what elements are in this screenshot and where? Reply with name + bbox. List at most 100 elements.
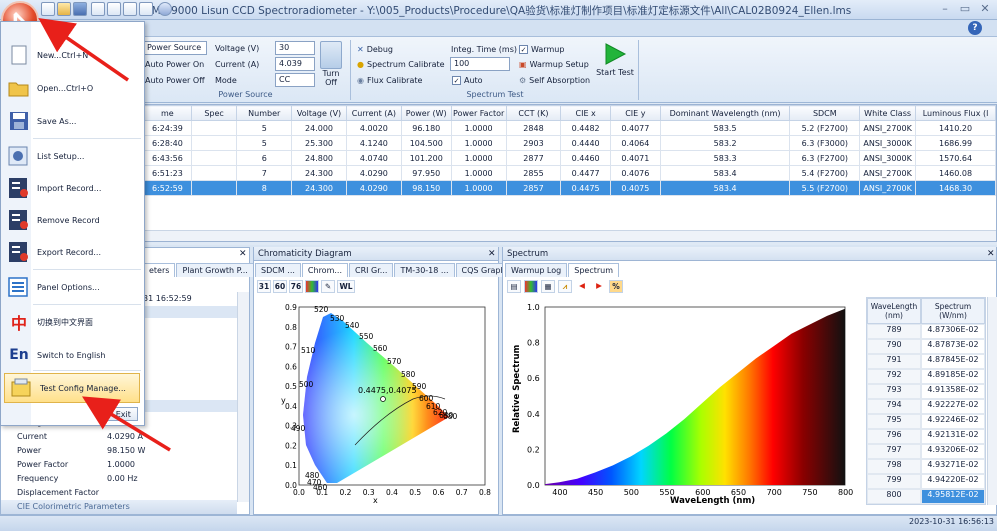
peak-icon[interactable]: ⩘ bbox=[558, 280, 572, 293]
table-row[interactable]: 794 4.92227E-02 bbox=[867, 399, 985, 414]
quick-tool-2-icon[interactable] bbox=[107, 2, 121, 16]
quick-tool-4-icon[interactable] bbox=[139, 2, 153, 16]
menu-item-new[interactable]: New...Ctrl+N bbox=[2, 40, 143, 70]
help-quick-icon[interactable] bbox=[158, 2, 172, 16]
color-bar-icon[interactable] bbox=[524, 280, 538, 293]
open-folder-icon[interactable] bbox=[57, 2, 71, 16]
next-arrow-icon[interactable]: ▶ bbox=[592, 280, 606, 293]
close-panel-icon[interactable]: ✕ bbox=[488, 249, 496, 259]
menu-item-import-record[interactable]: Import Record... bbox=[2, 173, 143, 203]
table-row[interactable]: 6:51:23 7 24.300 4.0290 97.950 1.0000 2855 0.44… bbox=[143, 165, 996, 181]
column-header[interactable]: me bbox=[143, 105, 192, 121]
table-row[interactable]: 6:28:40 5 25.300 4.1240 104.500 1.0000 2903 0.4… bbox=[143, 135, 996, 151]
menu-item-list-setup[interactable]: List Setup... bbox=[2, 141, 143, 171]
new-file-icon[interactable] bbox=[41, 2, 55, 16]
table-row[interactable]: 791 4.87845E-02 bbox=[867, 354, 985, 369]
exit-button[interactable]: ✕ Exit bbox=[104, 407, 138, 421]
column-header[interactable]: Luminous Flux (l bbox=[915, 105, 996, 121]
turn-off-button[interactable]: Turn Off bbox=[320, 69, 342, 87]
column-header[interactable]: Dominant Wavelength (nm) bbox=[659, 105, 791, 121]
debug-button[interactable]: ✕ Debug bbox=[357, 42, 393, 57]
integ-time-input[interactable]: 100 bbox=[450, 57, 510, 71]
tab-parameters[interactable]: eters bbox=[143, 263, 176, 277]
current-input[interactable]: 4.039 bbox=[275, 57, 315, 71]
menu-item-remove-record[interactable]: Remove Record bbox=[2, 205, 143, 235]
column-header[interactable]: White Class bbox=[859, 105, 917, 121]
cie1960-button[interactable]: 60 bbox=[273, 280, 287, 293]
column-header[interactable]: CIE x bbox=[560, 105, 612, 121]
column-header[interactable]: CCT (K) bbox=[505, 105, 562, 121]
close-panel-icon[interactable]: ✕ bbox=[239, 249, 247, 259]
table-row[interactable]: 6:43:56 6 24.800 4.0740 101.200 1.0000 2877 0.4… bbox=[143, 150, 996, 166]
table-icon[interactable]: ▤ bbox=[507, 280, 521, 293]
auto-power-off-button[interactable]: Auto Power Off bbox=[145, 73, 205, 88]
cie-section-header[interactable]: CIE Colorimetric Parameters bbox=[1, 500, 237, 514]
auto-power-on-button[interactable]: Auto Power On bbox=[145, 57, 204, 72]
table-row[interactable]: 793 4.91358E-02 bbox=[867, 384, 985, 399]
column-header[interactable]: Number bbox=[236, 105, 293, 121]
start-test-button[interactable]: Start Test bbox=[596, 68, 634, 77]
menu-item-english[interactable]: En Switch to English bbox=[2, 340, 143, 370]
table-row[interactable]: 6:24:39 5 24.000 4.0020 96.180 1.0000 2848 0.44… bbox=[143, 120, 996, 136]
column-header[interactable]: Voltage (V) bbox=[291, 105, 347, 121]
table-row[interactable]: 795 4.92246E-02 bbox=[867, 414, 985, 429]
cie1976-button[interactable]: 76 bbox=[289, 280, 303, 293]
close-panel-icon[interactable]: ✕ bbox=[987, 249, 995, 259]
warmup-setup-button[interactable]: ▣ Warmup Setup bbox=[519, 57, 589, 72]
percent-icon[interactable]: % bbox=[609, 280, 623, 293]
table-row[interactable]: 798 4.93271E-02 bbox=[867, 459, 985, 474]
table-row[interactable]: 797 4.93206E-02 bbox=[867, 444, 985, 459]
warmup-checkbox[interactable]: ✓ Warmup bbox=[519, 42, 564, 57]
mode-select[interactable]: CC bbox=[275, 73, 315, 87]
table-row[interactable]: 799 4.94220E-02 bbox=[867, 474, 985, 489]
close-button[interactable]: ✕ bbox=[976, 2, 994, 16]
grid-icon[interactable]: ▦ bbox=[541, 280, 555, 293]
vertical-scrollbar[interactable] bbox=[237, 292, 249, 502]
column-header[interactable]: Current (A) bbox=[345, 105, 402, 121]
tab-plant-growth[interactable]: Plant Growth P... bbox=[176, 263, 254, 277]
tab-sdcm[interactable]: SDCM ... bbox=[255, 263, 301, 277]
tab-warmup-log[interactable]: Warmup Log bbox=[505, 263, 568, 277]
spectrum-calibrate-button[interactable]: ● Spectrum Calibrate bbox=[357, 57, 445, 72]
help-icon[interactable]: ? bbox=[968, 21, 982, 35]
voltage-input[interactable]: 30 bbox=[275, 41, 315, 55]
power-source-select[interactable]: Power Source bbox=[143, 41, 207, 55]
column-header[interactable]: Power Factor bbox=[450, 105, 507, 121]
wavelength-button[interactable]: WL bbox=[337, 280, 355, 293]
menu-item-test-config-manage[interactable]: Test Config Manage... bbox=[4, 373, 140, 403]
table-row[interactable]: 800 4.95812E-02 bbox=[867, 489, 985, 504]
menu-item-panel-options[interactable]: Panel Options... bbox=[2, 272, 143, 302]
column-header[interactable]: Spec bbox=[190, 105, 238, 121]
column-header[interactable]: Power (W) bbox=[400, 105, 452, 121]
quick-tool-1-icon[interactable] bbox=[91, 2, 105, 16]
table-row[interactable]: 790 4.87873E-02 bbox=[867, 339, 985, 354]
column-header[interactable]: CIE y bbox=[610, 105, 661, 121]
menu-item-save-as[interactable]: Save As... bbox=[2, 106, 143, 136]
cie1931-button[interactable]: 31 bbox=[257, 280, 271, 293]
tab-cri-graph[interactable]: CRI Gr... bbox=[349, 263, 394, 277]
restore-button[interactable]: ▭ bbox=[956, 2, 974, 16]
table-row[interactable]: 796 4.92131E-02 bbox=[867, 429, 985, 444]
self-absorption-button[interactable]: ⚙ Self Absorption bbox=[519, 73, 590, 88]
pencil-icon[interactable]: ✎ bbox=[321, 280, 335, 293]
table-row[interactable]: 6:52:59 8 24.300 4.0290 98.150 1.0000 2857 0.44… bbox=[143, 180, 996, 196]
menu-item-open[interactable]: Open...Ctrl+O bbox=[2, 73, 143, 103]
previous-arrow-icon[interactable]: ◀ bbox=[575, 280, 589, 293]
column-header[interactable]: SDCM bbox=[789, 105, 861, 121]
flux-calibrate-button[interactable]: ◉ Flux Calibrate bbox=[357, 73, 422, 88]
minimize-button[interactable]: – bbox=[936, 2, 954, 16]
menu-item-chinese[interactable]: 中切换到中文界面 bbox=[2, 307, 143, 337]
menu-item-export-record[interactable]: Export Record... bbox=[2, 237, 143, 267]
tab-tm30[interactable]: TM-30-18 ... bbox=[394, 263, 455, 277]
horizontal-scrollbar[interactable] bbox=[142, 230, 996, 241]
table-row[interactable]: 789 4.87306E-02 bbox=[867, 324, 985, 339]
save-icon[interactable] bbox=[73, 2, 87, 16]
table-row[interactable]: 792 4.89185E-02 bbox=[867, 369, 985, 384]
color-bar-icon[interactable] bbox=[305, 280, 319, 293]
tab-chromaticity[interactable]: Chrom... bbox=[301, 263, 348, 277]
auto-checkbox[interactable]: ✓ Auto bbox=[452, 73, 483, 88]
vertical-scrollbar[interactable] bbox=[987, 297, 997, 505]
play-icon[interactable] bbox=[603, 42, 627, 66]
tab-spectrum[interactable]: Spectrum bbox=[568, 263, 619, 277]
quick-tool-3-icon[interactable] bbox=[123, 2, 137, 16]
